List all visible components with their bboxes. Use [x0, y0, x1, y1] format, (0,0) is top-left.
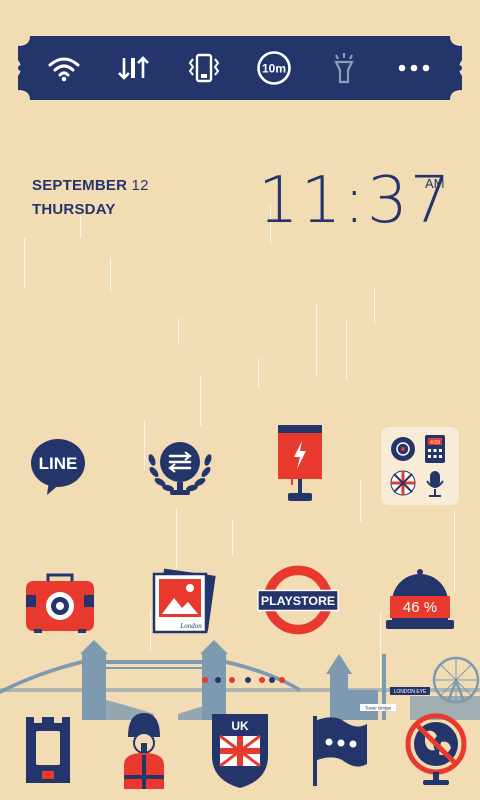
guard-contacts-icon [124, 713, 164, 789]
date-month: SEPTEMBER [32, 177, 128, 194]
gallery-caption: London [179, 622, 202, 630]
screen-timeout-label: 10m [262, 62, 286, 76]
phone-tower-icon [26, 717, 70, 783]
date-widget[interactable]: SEPTEMBER 12 THURSDAY [32, 174, 149, 222]
camera-suitcase-icon [26, 573, 94, 633]
data-toggle[interactable] [112, 48, 156, 88]
settings-app[interactable] [138, 424, 222, 508]
gallery-icon: London [152, 568, 216, 634]
quick-settings-bar: 10m [18, 36, 462, 100]
phone-app[interactable] [8, 708, 88, 792]
screen-timeout-icon: 10m [257, 51, 291, 85]
tools-folder[interactable]: 4:59 [378, 424, 462, 508]
messages-app[interactable] [298, 708, 378, 792]
more-button[interactable] [392, 48, 436, 88]
date-day: 12 [131, 177, 149, 194]
globe-browser-icon [405, 713, 467, 785]
uk-shield-icon: UK [212, 714, 268, 788]
gallery-app[interactable]: London [138, 560, 222, 644]
date-line: SEPTEMBER 12 [32, 174, 149, 198]
settings-laurel-icon [148, 442, 212, 495]
memory-cloche-icon: 46 % [386, 569, 454, 629]
memory-percent: 46 % [403, 599, 437, 616]
vibrate-toggle[interactable] [182, 48, 226, 88]
playstore-roundel-icon: PLAYSTORE [257, 565, 339, 635]
browser-app[interactable] [396, 708, 476, 792]
screen-timeout-toggle[interactable]: 10m [252, 48, 296, 88]
uk-app[interactable]: UK [200, 708, 280, 792]
wifi-toggle[interactable] [42, 48, 86, 88]
battery-lamp-app[interactable] [258, 420, 342, 504]
flashlight-icon [334, 53, 354, 84]
flashlight-toggle[interactable] [322, 48, 366, 88]
more-icon [398, 64, 430, 72]
clock-ampm: AM [425, 176, 445, 191]
uk-label: UK [231, 719, 249, 733]
line-app-icon: LINE [31, 439, 85, 495]
battery-lamp-icon [278, 425, 322, 501]
message-flag-icon [313, 716, 367, 786]
date-weekday: THURSDAY [32, 201, 116, 218]
memory-cleaner-app[interactable]: 46 % [378, 560, 462, 644]
playstore-app[interactable]: PLAYSTORE [256, 558, 340, 642]
wifi-icon [48, 57, 80, 82]
playstore-label: PLAYSTORE [261, 594, 335, 608]
line-app-label: LINE [39, 454, 78, 473]
folder-mini-clock: 4:59 [430, 440, 440, 446]
vibrate-icon [188, 53, 220, 83]
camera-app[interactable] [18, 560, 102, 644]
data-transfer-icon [118, 56, 149, 80]
app-folder-icon: 4:59 [381, 427, 459, 505]
contacts-app[interactable] [104, 708, 184, 792]
line-app[interactable]: LINE [16, 424, 100, 508]
clock-time[interactable]: 11:37 [258, 168, 452, 234]
skyline-sign-london-eye: LONDON EYE [394, 689, 427, 695]
